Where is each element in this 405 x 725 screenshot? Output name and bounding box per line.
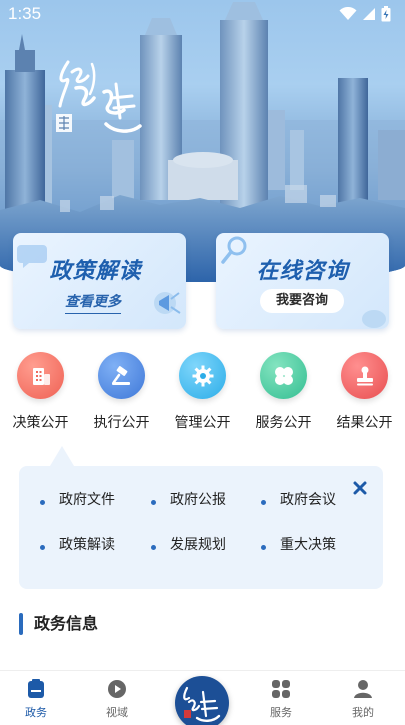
tab-label: 视域	[106, 706, 128, 719]
stamp-icon	[341, 352, 388, 399]
sub-item-government-gazette[interactable]: 政府公报	[151, 489, 226, 509]
category-label: 执行公开	[93, 415, 150, 431]
disclosure-categories: 决策公开 执行公开 管理公开 服务公开 结果公开	[0, 352, 405, 436]
panel-pointer	[50, 446, 74, 466]
decision-sub-panel	[19, 466, 383, 589]
gavel-icon	[98, 352, 145, 399]
gear-icon	[179, 352, 226, 399]
tab-profile[interactable]: 我的	[333, 679, 393, 720]
home-center-logo-button[interactable]	[175, 676, 229, 725]
clover-icon	[260, 352, 307, 399]
sub-item-government-documents[interactable]: 政府文件	[40, 489, 115, 509]
sub-item-government-meetings[interactable]: 政府会议	[261, 489, 336, 509]
section-title: 政务信息	[34, 614, 99, 633]
person-icon	[354, 680, 372, 698]
sub-item-development-planning[interactable]: 发展规划	[151, 534, 226, 554]
category-label: 决策公开	[12, 415, 69, 431]
category-service-disclosure[interactable]: 服务公开	[243, 352, 324, 436]
grid-icon	[272, 680, 290, 698]
status-bar: 1:35	[0, 0, 405, 28]
tab-label: 我的	[352, 706, 374, 719]
sub-item-major-decisions[interactable]: 重大决策	[261, 534, 336, 554]
tab-label: 服务	[270, 706, 292, 719]
tab-vision[interactable]: 视域	[87, 679, 147, 720]
policy-interpretation-card[interactable]: 政策解读 查看更多	[13, 233, 186, 329]
building-icon	[17, 352, 64, 399]
category-label: 结果公开	[336, 415, 393, 431]
status-time: 1:35	[8, 4, 42, 23]
document-icon	[28, 679, 44, 698]
category-label: 管理公开	[174, 415, 231, 431]
chat-bubble-icon	[362, 310, 386, 328]
consult-card-title: 在线咨询	[256, 258, 349, 283]
category-management-disclosure[interactable]: 管理公开	[162, 352, 243, 436]
category-execution-disclosure[interactable]: 执行公开	[81, 352, 162, 436]
play-icon	[108, 680, 126, 698]
section-accent-bar	[19, 613, 23, 635]
online-consultation-card[interactable]: 在线咨询 我要咨询	[216, 233, 389, 329]
sub-item-policy-interpretation[interactable]: 政策解读	[40, 534, 115, 554]
wifi-icon	[339, 7, 357, 20]
megaphone-icon	[154, 292, 181, 314]
consult-button[interactable]: 我要咨询	[260, 289, 344, 313]
tab-services[interactable]: 服务	[251, 679, 311, 720]
category-label: 服务公开	[255, 415, 312, 431]
cellular-signal-icon	[363, 8, 375, 20]
tab-label: 政务	[25, 706, 47, 719]
calligraphy-logo-icon	[183, 686, 221, 722]
view-more-link[interactable]: 查看更多	[65, 291, 121, 314]
tab-government-affairs[interactable]: 政务	[6, 679, 66, 720]
policy-card-title: 政策解读	[49, 258, 142, 283]
battery-icon	[381, 6, 391, 22]
category-decision-disclosure[interactable]: 决策公开	[0, 352, 81, 436]
calligraphy-logo	[56, 60, 142, 133]
category-result-disclosure[interactable]: 结果公开	[324, 352, 405, 436]
close-icon[interactable]	[352, 480, 368, 496]
